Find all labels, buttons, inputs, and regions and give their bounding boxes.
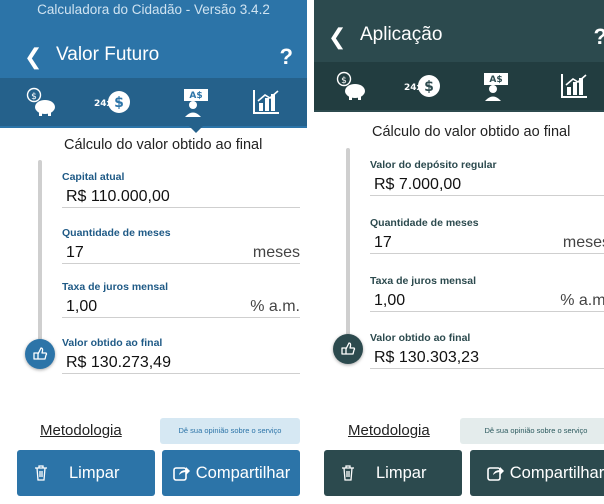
person-money-icon: A$: [484, 73, 508, 101]
field-unit: % a.m.: [250, 298, 300, 315]
calculator-tabs: $ 24x $ A$: [314, 62, 604, 110]
field-value[interactable]: R$ 110.000,00: [66, 186, 170, 208]
svg-text:A$: A$: [189, 91, 202, 101]
pointing-hand-icon: [341, 342, 356, 355]
bar-chart-icon: [561, 74, 587, 98]
svg-text:$: $: [114, 95, 124, 111]
share-button-label: Compartilhar: [509, 463, 604, 482]
monthly-rate-field[interactable]: Taxa de juros mensal 1,00 % a.m.: [370, 274, 604, 312]
tab-charts[interactable]: [236, 78, 296, 126]
selected-tab-indicator: [188, 125, 204, 133]
tab-future-value[interactable]: A$: [166, 78, 226, 133]
field-unit: meses: [252, 244, 300, 261]
field-label: Valor obtido ao final: [370, 332, 471, 344]
field-label: Valor do depósito regular: [370, 159, 497, 171]
piggy-bank-icon: $: [336, 71, 365, 100]
field-value[interactable]: R$ 130.303,23: [374, 347, 479, 369]
share-button[interactable]: Compartilhar: [162, 450, 300, 496]
pointing-hand-icon: [33, 347, 48, 360]
tab-installments[interactable]: 24x $: [392, 62, 452, 110]
field-value[interactable]: 1,00: [374, 290, 405, 312]
field-value[interactable]: 17: [374, 232, 392, 254]
field-unit: meses: [562, 234, 604, 251]
svg-text:$: $: [424, 79, 434, 95]
clear-button-label: Limpar: [69, 463, 120, 482]
bar-chart-icon: [253, 90, 279, 114]
tab-future-value[interactable]: A$: [466, 62, 526, 110]
24x-installments-icon: 24x $: [94, 91, 130, 113]
field-value[interactable]: 1,00: [66, 296, 97, 318]
svg-text:$: $: [31, 92, 37, 102]
field-value[interactable]: R$ 7.000,00: [374, 174, 461, 196]
piggy-bank-icon: $: [26, 87, 55, 116]
final-value-field[interactable]: Valor obtido ao final R$ 130.303,23: [370, 331, 604, 369]
content-title: Cálculo do valor obtido ao final: [64, 137, 263, 153]
clear-button-label: Limpar: [376, 463, 427, 482]
field-label: Taxa de juros mensal: [62, 281, 169, 293]
valor-futuro-screen: Calculadora do Cidadão - Versão 3.4.2 ❮ …: [0, 0, 307, 504]
screen-title: Aplicação: [360, 24, 443, 45]
tab-charts[interactable]: [544, 62, 604, 110]
chevron-left-icon[interactable]: ❮: [24, 44, 42, 70]
share-icon: [172, 465, 192, 481]
app-header: ❮ Aplicação ? $ 24x $: [314, 0, 604, 112]
opinion-button[interactable]: Dê sua opinião sobre o serviço: [460, 418, 604, 444]
help-button[interactable]: ?: [280, 44, 293, 70]
person-money-icon: A$: [184, 89, 208, 117]
24x-installments-icon: 24x $: [404, 75, 440, 97]
clear-button[interactable]: Limpar: [324, 450, 462, 496]
tab-savings[interactable]: $: [12, 78, 72, 126]
window-title: Calculadora do Cidadão - Versão 3.4.2: [37, 2, 270, 17]
months-field[interactable]: Quantidade de meses 17 meses: [370, 216, 604, 254]
share-icon: [486, 465, 506, 481]
trash-icon: [338, 465, 358, 481]
final-value-field[interactable]: Valor obtido ao final R$ 130.273,49: [62, 336, 300, 374]
monthly-rate-field[interactable]: Taxa de juros mensal 1,00 % a.m.: [62, 280, 300, 318]
field-slider-track[interactable]: [38, 160, 42, 366]
methodology-link[interactable]: Metodologia: [348, 422, 430, 439]
share-button-label: Compartilhar: [195, 463, 291, 482]
calculator-tabs: $ 24x $ A$: [0, 78, 307, 133]
regular-deposit-field[interactable]: Valor do depósito regular R$ 7.000,00: [370, 158, 604, 196]
methodology-link[interactable]: Metodologia: [40, 422, 122, 439]
field-label: Valor obtido ao final: [62, 337, 163, 349]
field-slider-knob[interactable]: [333, 334, 363, 364]
aplicacao-screen: ❮ Aplicação ? $ 24x $: [314, 0, 604, 504]
chevron-left-icon[interactable]: ❮: [328, 24, 346, 50]
content-title: Cálculo do valor obtido ao final: [372, 124, 571, 140]
field-label: Quantidade de meses: [62, 227, 171, 239]
field-slider-knob[interactable]: [25, 339, 55, 369]
tab-installments[interactable]: 24x $: [82, 78, 142, 126]
svg-text:A$: A$: [489, 75, 502, 85]
field-unit: % a.m.: [560, 292, 604, 309]
field-slider-track[interactable]: [346, 148, 350, 348]
screen-title: Valor Futuro: [56, 44, 160, 65]
clear-button[interactable]: Limpar: [17, 450, 155, 496]
tab-savings[interactable]: $: [322, 62, 382, 110]
app-header: Calculadora do Cidadão - Versão 3.4.2 ❮ …: [0, 0, 307, 133]
field-value[interactable]: R$ 130.273,49: [66, 352, 171, 374]
svg-text:$: $: [341, 76, 347, 86]
field-label: Quantidade de meses: [370, 217, 479, 229]
opinion-button[interactable]: Dê sua opinião sobre o serviço: [160, 418, 300, 444]
months-field[interactable]: Quantidade de meses 17 meses: [62, 226, 300, 264]
field-label: Taxa de juros mensal: [370, 275, 477, 287]
share-button[interactable]: Compartilhar: [470, 450, 604, 496]
current-capital-field[interactable]: Capital atual R$ 110.000,00: [62, 170, 300, 208]
trash-icon: [31, 465, 51, 481]
help-button[interactable]: ?: [594, 24, 604, 50]
field-value[interactable]: 17: [66, 242, 84, 264]
field-label: Capital atual: [62, 171, 125, 183]
